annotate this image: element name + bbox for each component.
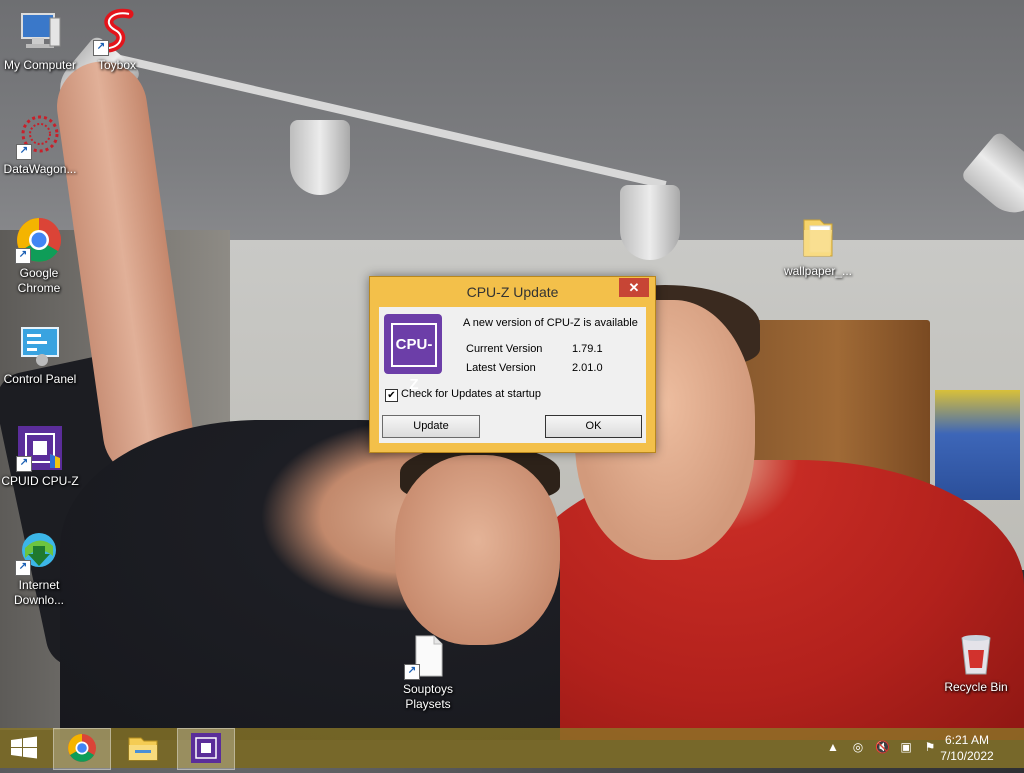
desktop-icon-my-computer[interactable]: My Computer xyxy=(0,8,80,73)
cpuz-icon xyxy=(191,733,221,763)
desktop-icon-label: wallpaper_... xyxy=(783,264,853,278)
show-hidden-icons-button[interactable]: ▲ xyxy=(826,740,840,754)
desktop-icon-label: DataWagon... xyxy=(3,162,77,176)
update-message: A new version of CPU-Z is available xyxy=(463,317,638,329)
desktop-icon-internet-download-manager[interactable]: ↗ Internet Downlo... xyxy=(0,528,78,608)
desktop-icon-label: Control Panel xyxy=(3,372,77,386)
desktop-icon-label: Google Chrome xyxy=(17,266,61,295)
folder-icon xyxy=(794,214,842,262)
tray-display-icon[interactable]: ▣ xyxy=(899,740,913,754)
datawagon-icon: ↗ xyxy=(16,112,64,160)
desktop-icon-label: Souptoys Playsets xyxy=(402,682,454,711)
taskbar-clock[interactable]: 6:21 AM 7/10/2022 xyxy=(932,732,1002,764)
taskbar: ▲ ◎ 🔇 ▣ ⚑ 6:21 AM 7/10/2022 xyxy=(0,728,1024,770)
recycle-bin-icon xyxy=(952,630,1000,678)
shortcut-arrow-icon: ↗ xyxy=(15,560,31,576)
desktop-icon-cpuid-cpuz[interactable]: ↗ CPUID CPU-Z xyxy=(0,424,80,489)
clock-time: 6:21 AM xyxy=(944,733,990,747)
desktop-icon-label: Recycle Bin xyxy=(944,680,1008,694)
current-version-value: 1.79.1 xyxy=(572,343,603,355)
desktop-icon-control-panel[interactable]: Control Panel xyxy=(0,322,80,387)
desktop-icon-google-chrome[interactable]: ↗ Google Chrome xyxy=(0,216,78,296)
desktop-icon-label: CPUID CPU-Z xyxy=(1,474,79,488)
cpuz-logo-icon: CPU-Z xyxy=(384,314,442,393)
dialog-title: CPU-Z Update xyxy=(466,284,559,300)
latest-version-value: 2.01.0 xyxy=(572,362,603,374)
taskbar-chrome-button[interactable] xyxy=(53,728,111,770)
cpuz-icon: ↗ xyxy=(16,424,64,472)
chrome-icon: ↗ xyxy=(15,216,63,264)
internet-download-manager-icon: ↗ xyxy=(15,528,63,576)
wallpaper-face xyxy=(395,455,560,645)
chrome-icon xyxy=(68,734,96,762)
check-updates-checkbox[interactable]: ✔ xyxy=(385,389,398,402)
latest-version-label: Latest Version xyxy=(466,362,536,374)
update-button[interactable]: Update xyxy=(382,415,480,438)
dialog-body: CPU-Z A new version of CPU-Z is availabl… xyxy=(379,307,646,443)
desktop-icon-label: Internet Downlo... xyxy=(13,578,65,607)
close-button[interactable]: ✕ xyxy=(619,278,649,297)
shortcut-arrow-icon: ↗ xyxy=(16,144,32,160)
control-panel-icon xyxy=(16,322,64,370)
wallpaper-lamp xyxy=(620,185,680,260)
computer-icon xyxy=(16,8,64,56)
desktop-icon-recycle-bin[interactable]: Recycle Bin xyxy=(936,630,1016,695)
check-updates-label[interactable]: Check for Updates at startup xyxy=(401,388,541,400)
taskbar-cpuz-button[interactable] xyxy=(177,728,235,770)
toybox-icon: ↗ xyxy=(93,8,141,56)
current-version-label: Current Version xyxy=(466,343,543,355)
shortcut-arrow-icon: ↗ xyxy=(404,664,420,680)
start-icon xyxy=(11,736,37,759)
clock-date: 7/10/2022 xyxy=(940,749,994,763)
shortcut-arrow-icon: ↗ xyxy=(93,40,109,56)
document-icon: ↗ xyxy=(404,632,452,680)
desktop-icon-label: Toybox xyxy=(97,58,137,72)
shortcut-arrow-icon: ↗ xyxy=(16,456,32,472)
ok-button[interactable]: OK xyxy=(545,415,642,438)
wallpaper-cereal-box xyxy=(935,390,1020,500)
desktop-icon-datawagon[interactable]: ↗ DataWagon... xyxy=(0,112,80,177)
cpuz-logo-text: CPU-Z xyxy=(391,323,437,393)
taskbar-file-explorer-button[interactable] xyxy=(115,728,171,768)
start-button[interactable] xyxy=(0,728,48,768)
shortcut-arrow-icon: ↗ xyxy=(15,248,31,264)
tray-network-icon[interactable]: ◎ xyxy=(851,740,865,754)
desktop-icon-label: My Computer xyxy=(3,58,77,72)
file-explorer-icon xyxy=(128,737,158,761)
desktop-icon-toybox[interactable]: ↗ Toybox xyxy=(77,8,157,73)
volume-muted-icon[interactable]: 🔇 xyxy=(875,740,890,754)
cpuz-update-dialog: CPU-Z Update ✕ CPU-Z A new version of CP… xyxy=(369,276,656,453)
desktop-icon-wallpaper-folder[interactable]: wallpaper_... xyxy=(778,214,858,279)
desktop-icon-souptoys-playsets[interactable]: ↗ Souptoys Playsets xyxy=(388,632,468,712)
wallpaper-lamp xyxy=(290,120,350,195)
